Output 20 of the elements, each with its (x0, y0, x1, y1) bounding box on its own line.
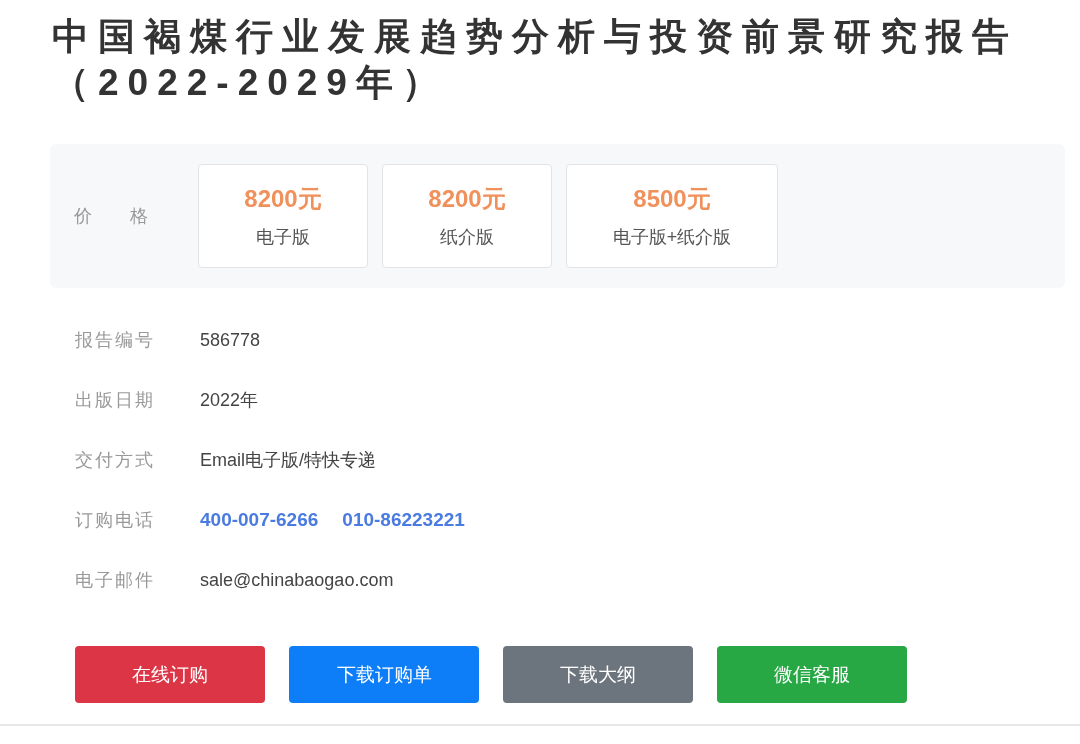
phone-link[interactable]: 010-86223221 (342, 509, 465, 531)
action-button[interactable]: 微信客服 (717, 646, 907, 703)
detail-label: 订购电话 (75, 509, 156, 532)
detail-label: 电子邮件 (75, 569, 156, 592)
detail-value: sale@chinabaogao.com (200, 569, 394, 591)
action-button[interactable]: 在线订购 (75, 646, 265, 703)
detail-label: 出版日期 (75, 389, 156, 412)
price-option[interactable]: 8500元 电子版+纸介版 (566, 164, 778, 268)
report-title: 中国褐煤行业发展趋势分析与投资前景研究报告（2022-2029年） (52, 15, 1019, 105)
price-label: 价格 (74, 205, 187, 228)
detail-label: 交付方式 (75, 449, 156, 472)
download-button[interactable]: 下载大纲 (503, 646, 693, 703)
detail-value: Email电子版/特快专递 (200, 449, 376, 472)
phone-link[interactable]: 400-007-6266 (200, 509, 319, 531)
download-button[interactable]: 下载订购单 (289, 646, 479, 703)
price-option[interactable]: 8200元 电子版 (198, 164, 368, 268)
price-option[interactable]: 8200元 纸介版 (382, 164, 552, 268)
detail-label: 报告编号 (75, 329, 156, 352)
detail-value: 2022年 (200, 389, 259, 412)
detail-value: 586778 (200, 329, 261, 351)
